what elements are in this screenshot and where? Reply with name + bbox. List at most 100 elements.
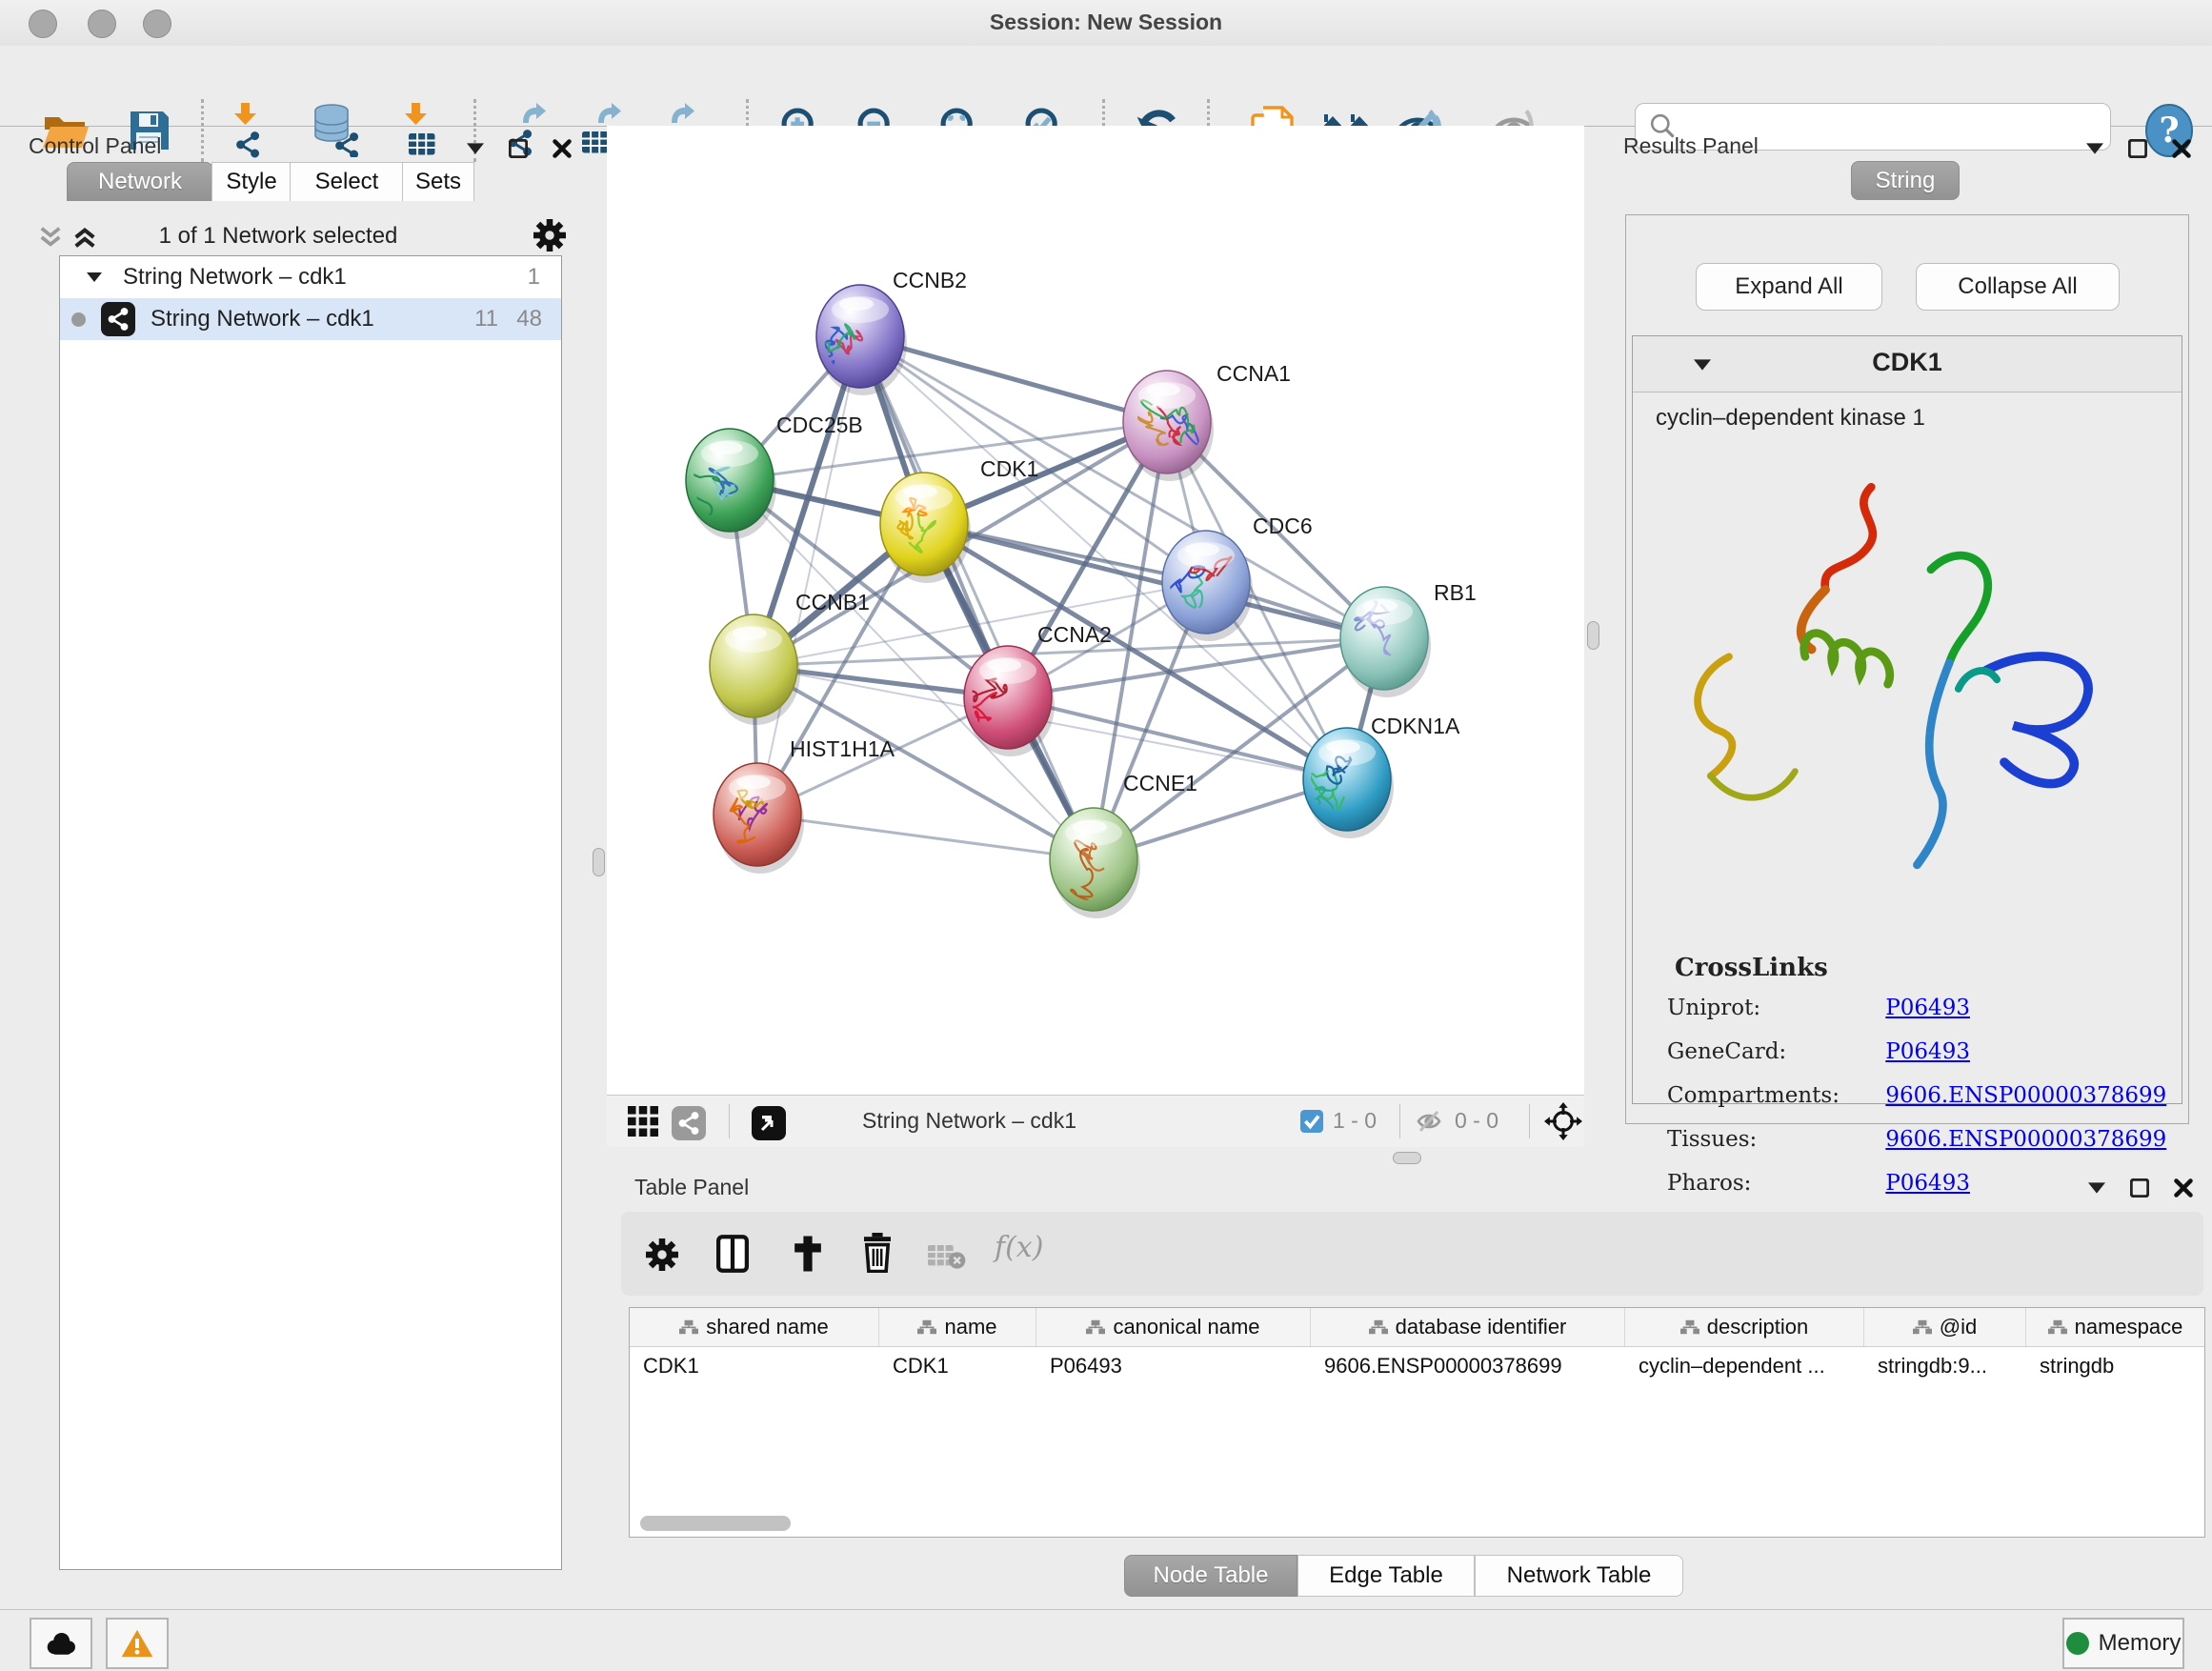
network-node-CDK1[interactable]: CDK1 xyxy=(880,456,1038,583)
cell-name[interactable]: CDK1 xyxy=(879,1347,1036,1385)
node-label: CCNA2 xyxy=(1037,622,1112,647)
grid-view-icon[interactable] xyxy=(628,1106,658,1137)
show-columns-icon[interactable] xyxy=(716,1235,749,1273)
string-view-icon[interactable] xyxy=(672,1106,706,1140)
network-node-count: 11 xyxy=(474,306,498,332)
application-window: Session: New Session xyxy=(0,0,2212,1671)
close-panel-icon[interactable] xyxy=(553,139,572,158)
network-node-CCNB2[interactable]: CCNB2 xyxy=(816,268,967,395)
delete-column-trash-icon[interactable] xyxy=(861,1233,894,1273)
column-header[interactable]: @id xyxy=(1864,1308,2026,1346)
protein-structure-image xyxy=(1656,451,2151,927)
expand-all-button[interactable]: Expand All xyxy=(1696,263,1882,311)
node-label: CDK1 xyxy=(980,456,1038,481)
float-panel-icon[interactable] xyxy=(2128,139,2147,158)
tab-select[interactable]: Select xyxy=(290,162,404,201)
node-table: shared name name canonical name database… xyxy=(629,1307,2205,1538)
table-row[interactable]: CDK1 CDK1 P06493 9606.ENSP00000378699 cy… xyxy=(630,1347,2204,1385)
vertical-splitter-grip[interactable] xyxy=(1587,621,1599,650)
tab-network[interactable]: Network xyxy=(67,162,213,201)
network-selection-status: 1 of 1 Network selected xyxy=(116,223,440,250)
string-results-card: Expand All Collapse All CDK1 cyclin–depe… xyxy=(1625,214,2189,1124)
tab-sets[interactable]: Sets xyxy=(402,162,474,201)
network-canvas[interactable]: CCNB2CCNA1CDC25BCDK1CDC6RB1CCNB1CCNA2CDK… xyxy=(607,126,1584,1095)
node-label: CDC6 xyxy=(1253,513,1313,538)
close-panel-icon[interactable] xyxy=(2172,139,2191,158)
column-type-icon xyxy=(917,1319,936,1335)
network-graph[interactable]: CCNB2CCNA1CDC25BCDK1CDC6RB1CCNB1CCNA2CDK… xyxy=(607,126,1584,1095)
expand-all-icon[interactable] xyxy=(72,225,97,250)
column-header[interactable]: database identifier xyxy=(1311,1308,1625,1346)
node-label: CDKN1A xyxy=(1371,714,1460,738)
crosslink-row: Uniprot: P06493 xyxy=(1667,996,1970,1020)
tab-node-table[interactable]: Node Table xyxy=(1124,1555,1297,1597)
column-header[interactable]: namespace xyxy=(2026,1308,2204,1346)
table-panel-header: Table Panel xyxy=(621,1167,2203,1211)
create-column-plus-icon[interactable] xyxy=(791,1235,825,1273)
network-node-RB1[interactable]: RB1 xyxy=(1340,580,1477,697)
collapse-all-icon[interactable] xyxy=(38,225,63,250)
tab-style[interactable]: Style xyxy=(211,162,292,201)
panel-menu-icon[interactable] xyxy=(467,143,484,154)
horizontal-splitter-grip[interactable] xyxy=(1393,1152,1421,1164)
collection-name: String Network – cdk1 xyxy=(123,264,347,291)
table-settings-gear-icon[interactable] xyxy=(646,1238,678,1271)
crosslink-link[interactable]: P06493 xyxy=(1885,996,1970,1020)
network-row-selected[interactable]: String Network – cdk1 11 48 xyxy=(60,298,561,340)
memory-status-dot xyxy=(2066,1632,2089,1655)
crosslink-link[interactable]: 9606.ENSP00000378699 xyxy=(1885,1127,2166,1152)
node-label: HIST1H1A xyxy=(790,736,895,761)
node-label: CCNA1 xyxy=(1217,361,1291,386)
network-options-gear-icon[interactable] xyxy=(533,219,566,252)
tab-edge-table[interactable]: Edge Table xyxy=(1297,1555,1475,1597)
cloud-status-button[interactable] xyxy=(30,1618,92,1669)
birdseye-crosshair-icon[interactable] xyxy=(1544,1102,1582,1140)
collection-count: 1 xyxy=(528,264,540,291)
cell-namespace[interactable]: stringdb xyxy=(2026,1347,2204,1385)
network-node-CDKN1A[interactable]: CDKN1A xyxy=(1303,714,1460,838)
horizontal-scrollbar-thumb[interactable] xyxy=(640,1516,791,1531)
node-label: CDC25B xyxy=(776,413,863,437)
selected-checkbox-icon[interactable] xyxy=(1300,1110,1323,1133)
column-header[interactable]: description xyxy=(1625,1308,1864,1346)
column-header[interactable]: canonical name xyxy=(1036,1308,1311,1346)
column-header[interactable]: shared name xyxy=(630,1308,879,1346)
vertical-splitter-grip[interactable] xyxy=(593,848,605,876)
network-node-CDC6[interactable]: CDC6 xyxy=(1162,513,1313,641)
table-header-row: shared name name canonical name database… xyxy=(630,1308,2204,1347)
memory-button[interactable]: Memory xyxy=(2062,1618,2184,1669)
column-header[interactable]: name xyxy=(879,1308,1036,1346)
panel-menu-icon[interactable] xyxy=(2088,1182,2105,1194)
cell-shared-name[interactable]: CDK1 xyxy=(630,1347,879,1385)
open-in-browser-icon[interactable] xyxy=(752,1106,786,1140)
main-toolbar: ? xyxy=(0,46,2212,127)
control-panel-title: Control Panel xyxy=(29,133,161,159)
cell-description[interactable]: cyclin–dependent ... xyxy=(1625,1347,1864,1385)
results-panel-title: Results Panel xyxy=(1623,133,1759,159)
panel-menu-icon[interactable] xyxy=(2086,143,2103,154)
memory-label: Memory xyxy=(2099,1630,2182,1657)
node-label: CCNE1 xyxy=(1123,771,1197,795)
collection-expand-icon[interactable] xyxy=(87,272,102,282)
cell-canonical-name[interactable]: P06493 xyxy=(1036,1347,1311,1385)
tab-string[interactable]: String xyxy=(1851,161,1960,200)
network-edge[interactable] xyxy=(757,815,1094,859)
cell-database-identifier[interactable]: 9606.ENSP00000378699 xyxy=(1311,1347,1625,1385)
crosslinks-title: CrossLinks xyxy=(1675,954,1828,982)
crosslink-link[interactable]: P06493 xyxy=(1885,1039,1970,1064)
crosslink-link[interactable]: 9606.ENSP00000378699 xyxy=(1885,1083,2166,1108)
cloud-icon xyxy=(44,1631,78,1656)
close-panel-icon[interactable] xyxy=(2174,1178,2193,1198)
network-node-HIST1H1A[interactable]: HIST1H1A xyxy=(714,736,895,874)
network-node-CCNE1[interactable]: CCNE1 xyxy=(1050,771,1197,918)
collapse-all-button[interactable]: Collapse All xyxy=(1916,263,2120,311)
float-panel-icon[interactable] xyxy=(509,139,528,158)
cell-id[interactable]: stringdb:9... xyxy=(1864,1347,2026,1385)
network-edge[interactable] xyxy=(860,336,1094,859)
tab-network-table[interactable]: Network Table xyxy=(1475,1555,1683,1597)
warnings-button[interactable] xyxy=(106,1618,169,1669)
network-tree: String Network – cdk1 1 String Network –… xyxy=(59,255,562,1570)
float-panel-icon[interactable] xyxy=(2130,1178,2149,1198)
network-collection-row[interactable]: String Network – cdk1 1 xyxy=(60,256,561,298)
network-view-toolbar: String Network – cdk1 1 - 0 0 - 0 xyxy=(607,1095,1584,1147)
